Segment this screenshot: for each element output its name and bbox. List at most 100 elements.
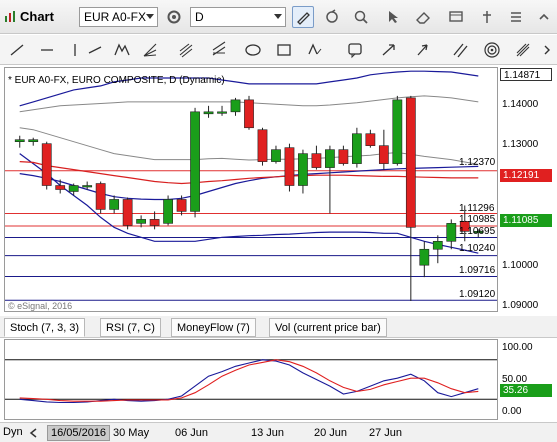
osc-label: 0.00: [502, 406, 522, 417]
candle-body: [14, 139, 25, 142]
stoch-d-line: [19, 359, 479, 402]
ellipse-icon[interactable]: [242, 39, 264, 61]
oscillator-panel[interactable]: [4, 339, 498, 420]
more-tools-icon[interactable]: [537, 39, 557, 61]
x-tick: 06 Jun: [175, 427, 209, 439]
rectangle-icon[interactable]: [273, 39, 295, 61]
period-input[interactable]: D: [190, 7, 286, 27]
candle-body: [149, 219, 160, 226]
price-tag-current: 1.11085: [500, 214, 552, 227]
status-bar: Dyn 16/05/2016 30 May 06 Jun 13 Jun 20 J…: [0, 422, 557, 442]
price-label: 1.14000: [502, 99, 539, 110]
candle-body: [68, 185, 79, 192]
price-label: 1.13000: [502, 139, 539, 150]
price-tag-red: 1.12191: [500, 169, 552, 182]
candle-body: [244, 99, 254, 129]
zoom-icon[interactable]: [350, 6, 372, 28]
price-tag-high: 1.14871: [500, 68, 552, 81]
candle-body: [257, 129, 268, 162]
chevron-down-icon[interactable]: [146, 14, 154, 19]
scroll-left-icon[interactable]: [27, 426, 41, 440]
ray-icon[interactable]: [84, 39, 106, 61]
stoch-k-line: [19, 359, 479, 404]
candle-body: [217, 111, 227, 114]
candle-body: [284, 147, 295, 186]
candle-body: [298, 153, 308, 186]
candle-body: [28, 139, 39, 142]
x-tick: 30 May: [113, 427, 150, 439]
candle-body: [109, 199, 120, 210]
collapse-icon[interactable]: [533, 6, 555, 28]
tab-rsi[interactable]: RSI (7, C): [100, 318, 161, 337]
candle-body: [95, 183, 106, 210]
price-chart[interactable]: [5, 68, 497, 311]
level-label: 1.11296: [459, 203, 495, 214]
price-axis[interactable]: 1.14871 1.14000 1.13000 1.12191 1.11085 …: [498, 67, 557, 312]
candle-body: [163, 199, 173, 224]
candle-body: [176, 199, 187, 212]
price-label: 1.09000: [502, 300, 539, 311]
price-label: 1.10000: [502, 260, 539, 271]
candle-body: [41, 143, 52, 186]
price-panel[interactable]: [4, 67, 498, 312]
candle-body: [122, 199, 133, 226]
draw-tool-icon[interactable]: [292, 6, 314, 28]
level-label: 1.10695: [459, 226, 496, 237]
candle-body: [405, 97, 416, 228]
period-value: D: [195, 10, 204, 24]
cursor-icon[interactable]: [382, 6, 404, 28]
fibonacci-icon[interactable]: [175, 39, 197, 61]
osc-tag: 35.26: [500, 384, 552, 397]
channel-icon[interactable]: [208, 39, 230, 61]
candle-body: [338, 149, 349, 164]
level-label: 1.10985: [459, 214, 496, 225]
refresh-icon[interactable]: [321, 6, 343, 28]
layers-icon[interactable]: [445, 6, 467, 28]
candle-body: [352, 133, 362, 164]
study-tabs: Stoch (7, 3, 3) RSI (7, C) MoneyFlow (7)…: [0, 316, 557, 338]
stochastic-chart[interactable]: [5, 340, 497, 419]
x-tick: 20 Jun: [314, 427, 348, 439]
fan-icon[interactable]: [139, 39, 161, 61]
candle-body: [271, 149, 281, 162]
tab-stoch[interactable]: Stoch (7, 3, 3): [4, 318, 86, 337]
elliott-wave-icon[interactable]: [111, 39, 133, 61]
level-label: 1.09120: [459, 289, 496, 300]
eraser-icon[interactable]: [412, 6, 434, 28]
level-label: 1.10240: [459, 243, 496, 254]
arrow-alt-icon[interactable]: [412, 39, 434, 61]
osc-label: 100.00: [502, 342, 533, 353]
oscillator-axis[interactable]: 100.00 50.00 35.26 0.00: [498, 339, 557, 420]
vertical-line-icon[interactable]: [64, 39, 86, 61]
tab-moneyflow[interactable]: MoneyFlow (7): [171, 318, 256, 337]
parallel-lines-icon[interactable]: [449, 39, 471, 61]
drawing-toolbar: [0, 35, 557, 65]
candle-body: [311, 153, 322, 168]
tab-volume[interactable]: Vol (current price bar): [269, 318, 387, 337]
candle-body: [392, 99, 403, 164]
menu-icon[interactable]: [505, 6, 527, 28]
x-tick: 13 Jun: [251, 427, 285, 439]
cycle-icon[interactable]: [481, 39, 503, 61]
candle-body: [432, 240, 443, 250]
horizontal-line-icon[interactable]: [36, 39, 58, 61]
pitchfork-icon[interactable]: [512, 39, 534, 61]
x-tick: 27 Jun: [369, 427, 403, 439]
candle-body: [325, 149, 335, 168]
trendline-icon[interactable]: [6, 39, 28, 61]
candle-body: [378, 145, 389, 164]
chevron-down-icon[interactable]: [274, 14, 282, 19]
symbol-value: EUR A0-FX: [84, 10, 147, 24]
candle-body: [203, 111, 214, 115]
gear-icon[interactable]: [163, 6, 185, 28]
title-bar: Chart EUR A0-FX D: [0, 0, 557, 34]
note-icon[interactable]: [344, 39, 366, 61]
candle-body: [190, 111, 200, 212]
symbol-input[interactable]: EUR A0-FX: [79, 7, 158, 27]
level-label: 1.12370: [459, 157, 496, 168]
arrow-icon[interactable]: [378, 39, 400, 61]
text-tool-icon[interactable]: [304, 39, 326, 61]
pin-icon[interactable]: [476, 6, 498, 28]
watermark: © eSignal, 2016: [8, 301, 73, 311]
candle-body: [136, 219, 146, 224]
